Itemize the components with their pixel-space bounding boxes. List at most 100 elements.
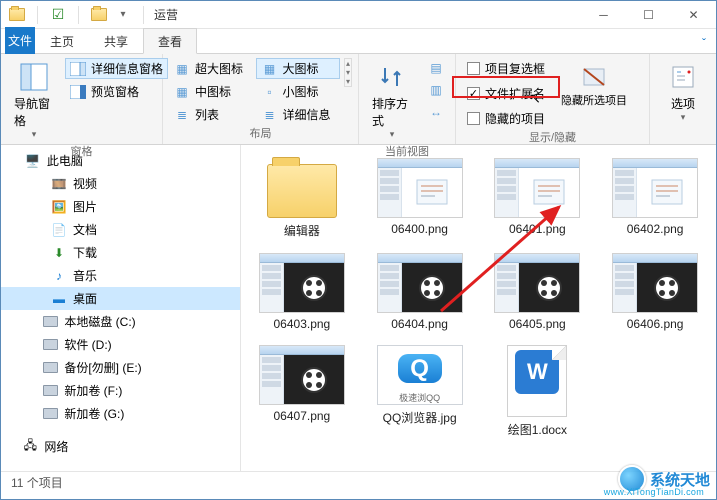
thumbnail: W (507, 345, 567, 417)
tab-home[interactable]: 主页 (35, 28, 89, 54)
thumbnail (377, 158, 463, 218)
file-name: 06406.png (627, 317, 684, 331)
separator (37, 6, 38, 24)
details-pane-label: 详细信息窗格 (91, 60, 163, 77)
hidden-items-toggle[interactable]: 隐藏的项目 (462, 108, 550, 129)
status-item-count: 11 个项目 (11, 474, 63, 491)
tree-pictures[interactable]: 🖼️图片 (1, 195, 240, 218)
group-by-button[interactable]: ▤ (423, 58, 449, 78)
thumbnail (494, 158, 580, 218)
file-item[interactable]: 06406.png (598, 248, 712, 336)
tab-share[interactable]: 共享 (89, 28, 143, 54)
ribbon: 导航窗格 ▾ 详细信息窗格 预览窗格 窗格 ▦超大图标 ▦中图标 ≣列表 (1, 53, 716, 145)
file-name: QQ浏览器.jpg (383, 409, 457, 426)
group-current-view: 排序方式 ▾ ▤ ▥ ↔ 当前视图 (359, 54, 456, 144)
file-name: 06400.png (391, 222, 448, 236)
view-extra-large[interactable]: ▦超大图标 (169, 58, 252, 79)
group-layout-label: 布局 (169, 125, 352, 143)
minimize-button[interactable]: ─ (581, 1, 626, 29)
thumbnail (612, 158, 698, 218)
file-name: 06403.png (274, 317, 331, 331)
tree-drive-f[interactable]: ›新加卷 (F:) (1, 379, 240, 402)
file-name: 06407.png (274, 409, 331, 423)
tree-music[interactable]: ♪音乐 (1, 264, 240, 287)
maximize-button[interactable]: ☐ (626, 1, 671, 29)
size-columns-button[interactable]: ↔ (423, 102, 449, 122)
nav-pane-button[interactable]: 导航窗格 ▾ (7, 58, 61, 143)
group-panes-label: 窗格 (7, 143, 156, 161)
view-list[interactable]: ≣列表 (169, 104, 252, 125)
tree-drive-d[interactable]: ›软件 (D:) (1, 333, 240, 356)
thumbnail (259, 345, 345, 405)
file-name: 绘图1.docx (508, 421, 567, 438)
thumbnail: Q极速浏QQ (377, 345, 463, 405)
file-item[interactable]: Q极速浏QQ QQ浏览器.jpg (363, 340, 477, 443)
tree-drive-g[interactable]: ›新加卷 (G:) (1, 402, 240, 425)
group-show-hide-label: 显示/隐藏 (462, 129, 643, 147)
thumbnail (259, 253, 345, 313)
file-name: 06405.png (509, 317, 566, 331)
folder-icon[interactable] (91, 7, 107, 23)
view-medium[interactable]: ▦中图标 (169, 81, 252, 102)
separator (143, 6, 144, 24)
tree-drive-e[interactable]: ›备份[勿删] (E:) (1, 356, 240, 379)
file-item[interactable]: 06407.png (245, 340, 359, 443)
details-pane-button[interactable]: 详细信息窗格 (65, 58, 168, 79)
sort-by-button[interactable]: 排序方式 ▾ (365, 58, 419, 143)
nav-tree[interactable]: ˅🖥️此电脑 🎞️视频 🖼️图片 📄文档 ⬇下载 ♪音乐 ▬桌面 ›本地磁盘 (… (1, 145, 241, 471)
tree-documents[interactable]: 📄文档 (1, 218, 240, 241)
ribbon-collapse-icon[interactable]: ˇ (692, 32, 716, 54)
preview-pane-label: 预览窗格 (91, 83, 139, 100)
close-button[interactable]: ✕ (671, 1, 716, 29)
tree-videos[interactable]: 🎞️视频 (1, 172, 240, 195)
thumbnail (377, 253, 463, 313)
preview-pane-button[interactable]: 预览窗格 (65, 81, 168, 102)
sort-by-label: 排序方式 (372, 95, 412, 129)
content-area: ˅🖥️此电脑 🎞️视频 🖼️图片 📄文档 ⬇下载 ♪音乐 ▬桌面 ›本地磁盘 (… (1, 145, 716, 471)
view-small[interactable]: ▫小图标 (256, 81, 339, 102)
file-item[interactable]: 06403.png (245, 248, 359, 336)
hide-selected-label: 隐藏所选项目 (561, 95, 627, 108)
window-title: 运营 (154, 6, 178, 23)
hide-selected-button[interactable]: 隐藏所选项目 (554, 58, 634, 111)
options-button[interactable]: 选项 ▾ (656, 58, 710, 126)
file-item[interactable]: 06400.png (363, 153, 477, 244)
file-item[interactable]: 06405.png (481, 248, 595, 336)
view-large[interactable]: ▦大图标 (256, 58, 339, 79)
file-item[interactable]: 06401.png (481, 153, 595, 244)
annotation-highlight (452, 76, 560, 98)
view-details[interactable]: ≣详细信息 (256, 104, 339, 125)
layout-scroll[interactable]: ▴▾▾ (344, 58, 352, 87)
tree-desktop[interactable]: ▬桌面 (1, 287, 240, 310)
file-pane[interactable]: 编辑器 06400.png 06401.png 06402.png 06403.png 0… (241, 145, 716, 471)
thumbnail (494, 253, 580, 313)
tree-drive-c[interactable]: ›本地磁盘 (C:) (1, 310, 240, 333)
thumbnail (612, 253, 698, 313)
add-columns-button[interactable]: ▥ (423, 80, 449, 100)
file-name: 06401.png (509, 222, 566, 236)
tree-network[interactable]: ›🖧网络 (1, 435, 240, 458)
ribbon-tabs: 文件 主页 共享 查看 ˇ (1, 29, 716, 54)
separator (78, 6, 79, 24)
group-options: 选项 ▾ (650, 54, 716, 144)
tab-view[interactable]: 查看 (143, 28, 197, 54)
app-icon[interactable] (9, 7, 25, 23)
file-item[interactable]: W 绘图1.docx (481, 340, 595, 443)
quick-access-toolbar: ☑ ▾ (1, 6, 148, 24)
file-name: 06402.png (627, 222, 684, 236)
watermark-url: www.XiTongTianDi.com (604, 487, 704, 497)
properties-icon[interactable]: ☑ (50, 7, 66, 23)
file-item[interactable]: 06402.png (598, 153, 712, 244)
tab-file[interactable]: 文件 (5, 27, 35, 54)
file-item[interactable]: 编辑器 (245, 153, 359, 244)
file-name: 编辑器 (284, 222, 320, 239)
folder-icon (267, 164, 337, 218)
file-item[interactable]: 06404.png (363, 248, 477, 336)
qat-dropdown-icon[interactable]: ▾ (115, 7, 131, 23)
nav-pane-label: 导航窗格 (14, 95, 54, 129)
file-name: 06404.png (391, 317, 448, 331)
group-panes: 导航窗格 ▾ 详细信息窗格 预览窗格 窗格 (1, 54, 163, 144)
group-layout: ▦超大图标 ▦中图标 ≣列表 ▦大图标 ▫小图标 ≣详细信息 ▴▾▾ 布局 (163, 54, 359, 144)
title-bar: ☑ ▾ 运营 ─ ☐ ✕ (1, 1, 716, 29)
tree-downloads[interactable]: ⬇下载 (1, 241, 240, 264)
